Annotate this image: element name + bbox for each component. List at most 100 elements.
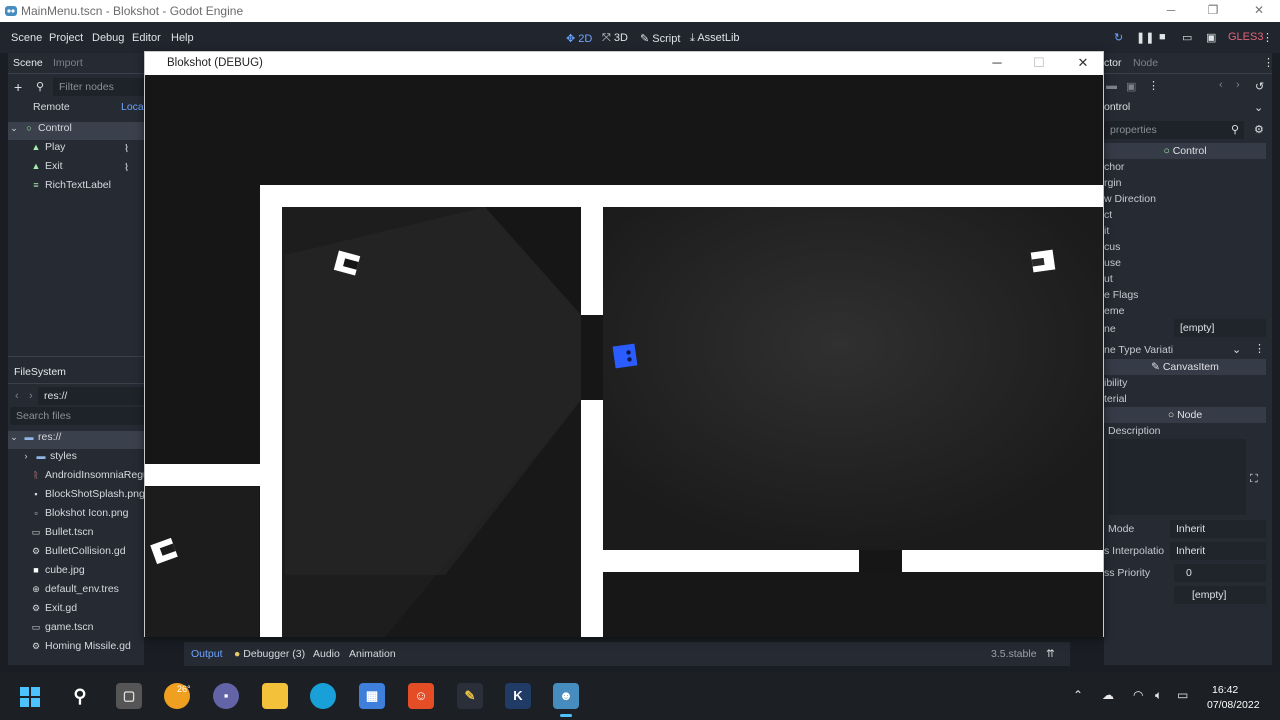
fs-item[interactable]: ■ cube.jpg: [8, 564, 144, 582]
link-icon[interactable]: ⚲: [36, 80, 44, 93]
prop-size-flags[interactable]: e Flags: [1104, 289, 1138, 301]
expand-icon[interactable]: ⛶: [1250, 473, 1258, 486]
pause-icon[interactable]: ❚❚: [1136, 31, 1154, 44]
chevron-down-icon[interactable]: ⌄: [1254, 101, 1263, 114]
fs-item-root[interactable]: ⌄ ▬ res://: [8, 431, 144, 449]
prop-editor-description[interactable]: Description: [1108, 425, 1161, 437]
windows-start-icon[interactable]: [20, 687, 40, 707]
k-app-icon[interactable]: K: [505, 683, 531, 709]
game-debug-window[interactable]: Blokshot (DEBUG) ─ ☐ ✕: [144, 51, 1104, 637]
fs-item-styles[interactable]: › ▬ styles: [8, 450, 144, 468]
fs-item[interactable]: ▫ Blokshot Icon.png: [8, 507, 144, 525]
menu-scene[interactable]: Scene: [11, 32, 42, 44]
forward-icon[interactable]: ›: [29, 390, 33, 402]
fs-item[interactable]: ᚱ AndroidInsomniaRegu: [8, 469, 144, 487]
theme-value[interactable]: [empty]: [1174, 319, 1266, 337]
folder-open-icon[interactable]: ▬: [1106, 80, 1117, 92]
stop-icon[interactable]: ■: [1159, 31, 1166, 43]
more-icon[interactable]: ⋮: [1148, 79, 1159, 92]
workspace-3d[interactable]: ⤧ 3D: [602, 32, 628, 45]
tab-debugger[interactable]: ● Debugger (3): [234, 648, 305, 660]
minimize-icon[interactable]: ─: [987, 55, 1007, 70]
renderer-select[interactable]: GLES3: [1228, 31, 1263, 43]
pause-mode-select[interactable]: Inherit: [1170, 520, 1266, 538]
reload-icon[interactable]: ↻: [1114, 31, 1123, 44]
task-view-icon[interactable]: ▢: [116, 683, 142, 709]
fs-item[interactable]: ⚙ BulletCollision.gd: [8, 545, 144, 563]
tab-node[interactable]: Node: [1133, 57, 1158, 69]
search-files-input[interactable]: Search files: [10, 407, 144, 425]
wifi-icon[interactable]: ◠: [1133, 688, 1143, 702]
tab-inspector[interactable]: ctor: [1104, 57, 1122, 69]
script-value[interactable]: [empty]: [1174, 586, 1266, 604]
description-textarea[interactable]: [1108, 439, 1246, 515]
scene-node-exit[interactable]: ▲ Exit ⌇: [8, 160, 144, 178]
fs-item[interactable]: ⊕ default_env.tres: [8, 583, 144, 601]
fs-item[interactable]: ⚙ Homing Missile.gd: [8, 640, 144, 658]
workspace-2d[interactable]: ✥ 2D: [566, 32, 592, 45]
fs-item[interactable]: ▪ BlockShotSplash.png: [8, 488, 144, 506]
clock-time[interactable]: 16:42: [1212, 684, 1238, 696]
tab-audio[interactable]: Audio: [313, 648, 340, 660]
cloud-icon[interactable]: ☁: [1102, 688, 1114, 702]
paint-icon[interactable]: ✎: [457, 683, 483, 709]
chevron-up-icon[interactable]: ⌃: [1073, 688, 1083, 702]
remote-tab[interactable]: Remote: [33, 101, 70, 113]
volume-icon[interactable]: 🔈︎: [1155, 688, 1162, 703]
scene-node-control[interactable]: ⌄ ○ Control: [8, 122, 144, 140]
tab-scene[interactable]: Scene: [13, 57, 43, 69]
menu-project[interactable]: Project: [49, 32, 83, 44]
menu-debug[interactable]: Debug: [92, 32, 124, 44]
app-icon[interactable]: ☺: [408, 683, 434, 709]
path-field[interactable]: res://: [38, 387, 144, 405]
more-icon[interactable]: ⋮: [1262, 31, 1273, 44]
prop-margin[interactable]: rgin: [1104, 177, 1122, 189]
godot-icon[interactable]: ☻: [553, 683, 579, 709]
play-custom-icon[interactable]: ▣: [1206, 31, 1216, 44]
workspace-script[interactable]: ✎ Script: [640, 32, 680, 45]
file-explorer-icon[interactable]: [262, 683, 288, 709]
signal-icon[interactable]: ⌇: [124, 162, 129, 174]
process-priority-spinbox[interactable]: 0: [1174, 564, 1266, 582]
prop-anchor[interactable]: chor: [1104, 161, 1124, 173]
back-icon[interactable]: ‹: [15, 390, 19, 402]
expand-panel-icon[interactable]: ⇈: [1046, 648, 1055, 660]
section-control[interactable]: ○ Control: [1104, 143, 1266, 159]
game-viewport[interactable]: [145, 75, 1103, 637]
chevron-down-icon[interactable]: ⌄: [8, 432, 20, 443]
chevron-right-icon[interactable]: ›: [20, 451, 32, 461]
history-icon[interactable]: ↺: [1255, 80, 1264, 93]
tab-animation[interactable]: Animation: [349, 648, 396, 660]
prop-visibility[interactable]: ibility: [1104, 377, 1127, 389]
section-canvasitem[interactable]: ✎ CanvasItem: [1104, 359, 1266, 375]
forward-icon[interactable]: ›: [1236, 79, 1240, 91]
physics-interpolation-select[interactable]: Inherit: [1170, 542, 1266, 560]
prop-material[interactable]: terial: [1104, 393, 1127, 405]
menu-editor[interactable]: Editor: [132, 32, 161, 44]
clock-date[interactable]: 07/08/2022: [1207, 699, 1260, 711]
fs-item[interactable]: ▭ game.tscn: [8, 621, 144, 639]
search-icon[interactable]: ⚲: [67, 683, 93, 709]
save-icon[interactable]: ▣: [1126, 80, 1136, 93]
maximize-icon[interactable]: ☐: [1029, 55, 1049, 71]
scene-node-play[interactable]: ▲ Play ⌇: [8, 141, 144, 159]
settings-icon[interactable]: ⚙: [1254, 123, 1264, 136]
menu-help[interactable]: Help: [171, 32, 194, 44]
play-scene-icon[interactable]: ▭: [1182, 31, 1192, 44]
minimize-icon[interactable]: ─: [1161, 3, 1181, 17]
edge-icon[interactable]: [310, 683, 336, 709]
prop-theme[interactable]: eme: [1104, 305, 1124, 317]
battery-icon[interactable]: ▭: [1177, 688, 1188, 702]
close-icon[interactable]: ✕: [1249, 3, 1269, 17]
prop-input[interactable]: ut: [1104, 273, 1113, 285]
close-icon[interactable]: ✕: [1073, 55, 1093, 71]
tab-import[interactable]: Import: [53, 57, 83, 69]
scene-node-richtextlabel[interactable]: ≡ RichTextLabel: [8, 179, 144, 197]
prop-focus[interactable]: cus: [1104, 241, 1120, 253]
more-icon[interactable]: ⋮: [1254, 342, 1265, 355]
filter-nodes-input[interactable]: Filter nodes: [53, 78, 144, 96]
tab-output[interactable]: Output: [191, 648, 223, 660]
back-icon[interactable]: ‹: [1219, 79, 1223, 91]
chevron-down-icon[interactable]: ⌄: [8, 123, 20, 134]
chevron-down-icon[interactable]: ⌄: [1232, 343, 1241, 356]
